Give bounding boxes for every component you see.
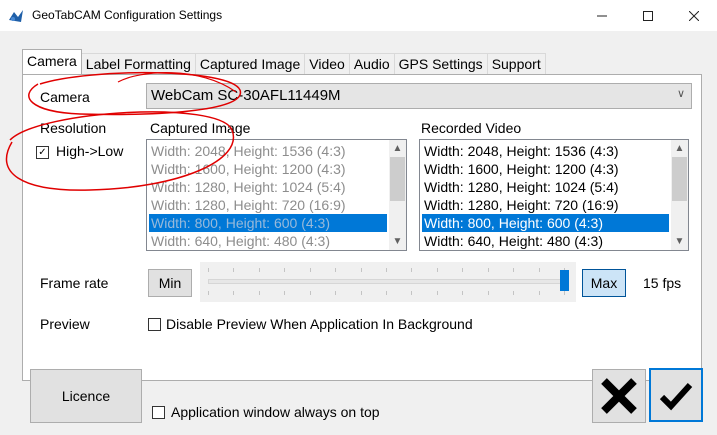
slider-tick (309, 268, 311, 272)
resolution-high-low-label: High->Low (56, 143, 124, 159)
slider-tick (335, 291, 337, 295)
maximize-button[interactable] (625, 0, 671, 31)
tab-camera[interactable]: Camera (22, 49, 82, 74)
chevron-down-icon: ∨ (676, 88, 685, 100)
minimize-button[interactable] (579, 0, 625, 31)
slider-tick (513, 291, 515, 295)
tab-captured-image[interactable]: Captured Image (194, 53, 306, 74)
scroll-down-icon[interactable]: ▼ (389, 233, 406, 250)
resolution-high-low-checkbox[interactable]: ✓ (36, 146, 49, 159)
slider-tick (258, 268, 260, 272)
slider-tick (411, 291, 413, 295)
resolution-label: Resolution (40, 120, 107, 136)
slider-tick (538, 291, 540, 295)
slider-tick (538, 268, 540, 272)
captured-image-scrollbar[interactable]: ▲ ▼ (389, 140, 406, 250)
disable-preview-label: Disable Preview When Application In Back… (166, 316, 473, 332)
slider-thumb[interactable] (560, 270, 569, 291)
slider-tick (513, 268, 515, 272)
tab-strip: Camera Label Formatting Captured Image V… (22, 49, 546, 74)
list-item[interactable]: Width: 1280, Height: 1024 (5:4) (422, 178, 660, 196)
slider-tick (233, 268, 235, 272)
list-item[interactable]: Width: 1280, Height: 720 (16:9) (422, 196, 660, 214)
slider-tick (284, 268, 286, 272)
frame-rate-min-button[interactable]: Min (148, 269, 192, 297)
list-item[interactable]: Width: 2048, Height: 1536 (4:3) (422, 142, 660, 160)
minimize-icon (597, 15, 607, 16)
recorded-video-list[interactable]: Width: 2048, Height: 1536 (4:3) Width: 1… (419, 139, 689, 251)
frame-rate-label: Frame rate (40, 275, 109, 291)
tab-video[interactable]: Video (304, 53, 350, 74)
slider-tick (436, 268, 438, 272)
frame-rate-max-button[interactable]: Max (582, 269, 626, 297)
list-item-selected[interactable]: Width: 800, Height: 600 (4:3) (422, 214, 669, 232)
slider-tick (208, 268, 209, 272)
camera-select-value: WebCam SC-30AFL11449M (151, 87, 341, 104)
slider-tick (462, 268, 464, 272)
licence-button[interactable]: Licence (30, 369, 142, 423)
slider-tick (487, 291, 489, 295)
maximize-icon (643, 10, 653, 21)
recorded-video-label: Recorded Video (421, 120, 522, 136)
captured-image-label: Captured Image (150, 120, 251, 136)
ok-button[interactable] (649, 368, 703, 422)
app-icon (9, 10, 23, 22)
list-item-selected[interactable]: Width: 800, Height: 600 (4:3) (149, 214, 387, 232)
scroll-up-icon[interactable]: ▲ (389, 140, 406, 157)
slider-tick (284, 291, 286, 295)
camera-select[interactable]: WebCam SC-30AFL11449M ∨ (146, 83, 692, 109)
slider-tick (411, 268, 413, 272)
close-icon (689, 10, 699, 21)
always-on-top-checkbox[interactable] (152, 406, 165, 419)
scroll-down-icon[interactable]: ▼ (671, 233, 688, 250)
scroll-up-icon[interactable]: ▲ (671, 140, 688, 157)
slider-tick (436, 291, 438, 295)
checkmark-icon (659, 382, 693, 411)
list-item[interactable]: Width: 1600, Height: 1200 (4:3) (149, 160, 387, 178)
tab-gps-settings[interactable]: GPS Settings (393, 53, 488, 74)
slider-tick (462, 291, 464, 295)
close-button[interactable] (671, 0, 717, 31)
cancel-button[interactable] (592, 369, 646, 423)
list-item[interactable]: Width: 2048, Height: 1536 (4:3) (149, 142, 387, 160)
scroll-thumb[interactable] (672, 157, 687, 201)
slider-tick (258, 291, 260, 295)
list-item[interactable]: Width: 640, Height: 480 (4:3) (422, 232, 660, 250)
captured-image-list[interactable]: Width: 2048, Height: 1536 (4:3) Width: 1… (146, 139, 407, 251)
frame-rate-slider[interactable] (200, 262, 576, 302)
slider-tick (360, 268, 362, 272)
title-bar: GeoTabCAM Configuration Settings (0, 0, 717, 31)
slider-tick (386, 268, 387, 272)
slider-tick (360, 291, 362, 295)
slider-track (208, 279, 568, 284)
list-item[interactable]: Width: 1280, Height: 1024 (5:4) (149, 178, 387, 196)
slider-tick (309, 291, 311, 295)
list-item[interactable]: Width: 1280, Height: 720 (16:9) (149, 196, 387, 214)
slider-tick (233, 291, 235, 295)
preview-label: Preview (40, 316, 90, 332)
cancel-x-icon (601, 378, 637, 414)
slider-tick (335, 268, 337, 272)
tab-audio[interactable]: Audio (348, 53, 395, 74)
slider-tick (386, 291, 387, 295)
camera-label: Camera (40, 89, 90, 105)
recorded-video-scrollbar[interactable]: ▲ ▼ (671, 140, 688, 250)
slider-tick (487, 268, 489, 272)
window-title: GeoTabCAM Configuration Settings (32, 8, 223, 22)
list-item[interactable]: Width: 640, Height: 480 (4:3) (149, 232, 387, 250)
scroll-thumb[interactable] (390, 157, 405, 201)
tab-label-formatting[interactable]: Label Formatting (80, 53, 196, 74)
list-item[interactable]: Width: 1600, Height: 1200 (4:3) (422, 160, 660, 178)
frame-rate-value: 15 fps (643, 275, 682, 291)
slider-tick (564, 291, 565, 295)
slider-tick (208, 291, 209, 295)
tab-support[interactable]: Support (486, 53, 546, 74)
always-on-top-label: Application window always on top (171, 404, 380, 420)
disable-preview-checkbox[interactable] (148, 318, 161, 331)
